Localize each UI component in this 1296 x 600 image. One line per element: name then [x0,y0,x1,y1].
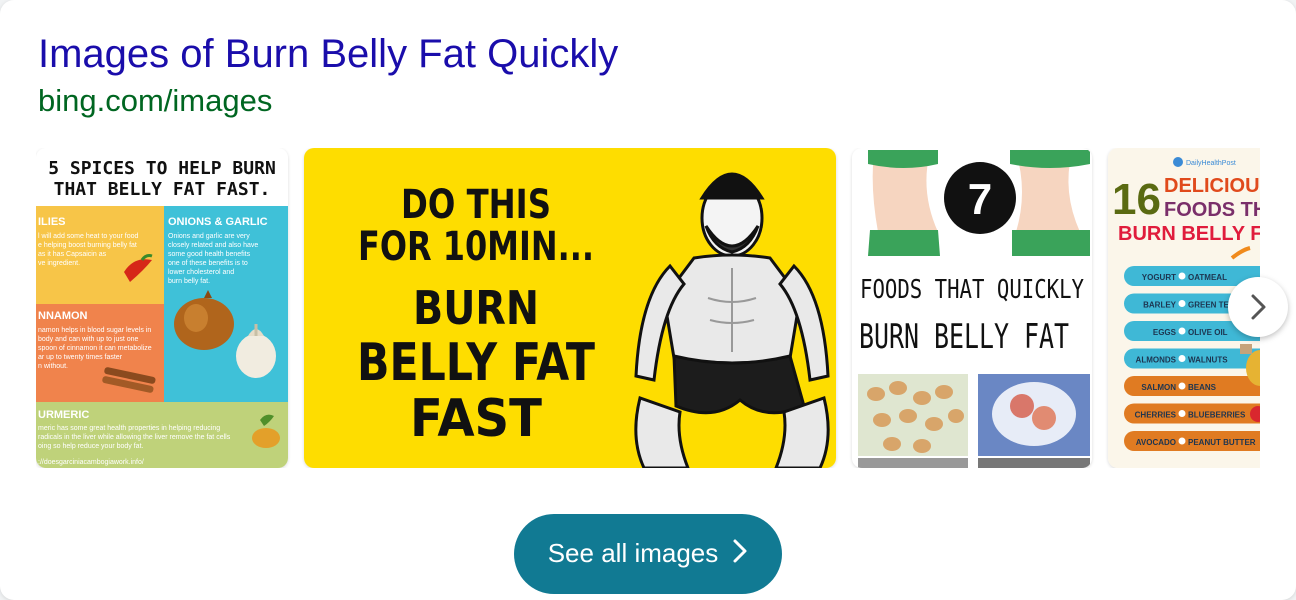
spices-headline-2: THAT BELLY FAT FAST. [54,179,271,200]
foods-number: 7 [968,175,992,224]
image-thumbnail-spices[interactable]: 5 SPICES TO HELP BURN THAT BELLY FAT FAS… [36,148,288,468]
section-cinnamon-line5: n without. [38,363,68,370]
section-cinnamon-line1: namon helps in blood sugar levels in [38,327,151,334]
sixteen-line-3: BURN BELLY FAT [1118,223,1260,245]
source-url: bing.com/images [38,83,273,118]
images-title-link[interactable]: Images of Burn Belly Fat Quickly [38,30,618,78]
image-carousel: 5 SPICES TO HELP BURN THAT BELLY FAT FAS… [36,148,1260,468]
workout-line-4: BELLY FAT [357,333,595,393]
food-pill-left-label: YOGURT [1142,273,1176,282]
carousel-next-button[interactable] [1228,277,1288,337]
food-pill: CHERRIES BLUEBERRIES [1124,403,1260,424]
workout-image: DO THIS FOR 10MIN... BURN BELLY FAT FAST [304,148,836,468]
section-cinnamon-line2: body and can with up to just one [38,336,139,343]
sixteen-number: 16 [1112,175,1161,224]
image-answer-card: Images of Burn Belly Fat Quickly bing.co… [0,0,1296,600]
food-pill-left-label: AVOCADO [1136,438,1176,447]
brand-logo-icon [1173,157,1183,167]
spices-footer-url: ://doesgarciniacambogiawork.info/ [38,459,144,466]
food-pill-right-label: BLUEBERRIES [1188,411,1246,420]
food-pill-left-label: CHERRIES [1135,411,1177,420]
food-pill-right-label: WALNUTS [1188,356,1228,365]
food-pill-right-label: OLIVE OIL [1188,328,1228,337]
workout-line-5: FAST [410,389,542,449]
section-chili-line4: ve ingredient. [38,260,80,267]
spices-headline-1: 5 SPICES TO HELP BURN [48,158,276,179]
section-cinnamon-title: NNAMON [38,310,88,322]
section-onion-line6: burn belly fat. [168,278,210,285]
food-pill-left-label: ALMONDS [1136,356,1177,365]
chevron-right-icon [732,538,748,571]
foods-line-1: FOODS THAT QUICKLY [860,275,1084,305]
sixteen-line-2: FOODS THAT [1164,199,1260,221]
food-pill-right-label: BEANS [1188,383,1217,392]
seven-foods-image: 7 FOODS THAT QUICKLY BURN BELLY FAT [852,148,1092,468]
garlic-icon [236,334,276,378]
section-onion-line1: Onions and garlic are very [168,233,250,240]
section-chili-title: ILIES [38,216,66,228]
food-pill: SALMON BEANS [1124,376,1260,396]
food-pill-left-label: EGGS [1153,328,1177,337]
food-pill-left-label: BARLEY [1143,301,1177,310]
sixteen-line-1: DELICIOUS [1164,175,1260,197]
section-turmeric-line3: oing so help reduce your body fat. [38,443,144,450]
section-onion-line2: closely related and also have [168,242,258,249]
section-turmeric-line1: meric has some great health properties i… [38,425,220,432]
see-all-images-button[interactable]: See all images [514,514,782,594]
food-pill-right-label: OATMEAL [1188,273,1227,282]
foods-line-2: BURN BELLY FAT [859,317,1069,357]
food-pill: AVOCADO PEANUT BUTTER [1124,431,1260,451]
food-pill: ALMONDS WALNUTS [1124,348,1260,369]
chevron-right-icon [1251,294,1266,320]
spices-infographic: 5 SPICES TO HELP BURN THAT BELLY FAT FAS… [36,148,288,468]
workout-line-1: DO THIS [401,182,551,228]
section-chili-line2: e helping boost burning belly fat [38,242,137,249]
section-onion-line5: lower cholesterol and [168,269,234,276]
brand-name: DailyHealthPost [1186,160,1236,167]
food-pill-left-label: SALMON [1141,383,1176,392]
food-pill-right-label: GREEN TE [1188,301,1230,310]
section-onion-title: ONIONS & GARLIC [168,216,268,228]
section-chili-line3: as it has Capsaicin as [38,251,107,258]
section-onion-line3: some good health benefits [168,251,251,258]
workout-line-2: FOR 10MIN... [358,224,594,270]
section-chili-line1: l will add some heat to your food [38,233,138,240]
food-pill-right-label: PEANUT BUTTER [1188,438,1256,447]
section-cinnamon-line4: ar up to twenty times faster [38,354,123,361]
section-turmeric-line2: radicals in the liver while allowing the… [38,434,231,441]
workout-line-3: BURN [413,281,539,335]
section-turmeric-title: URMERIC [38,409,89,421]
image-thumbnail-7-foods[interactable]: 7 FOODS THAT QUICKLY BURN BELLY FAT [852,148,1092,468]
section-cinnamon-line3: spoon of cinnamon it can metabolize [38,345,152,352]
image-thumbnail-workout[interactable]: DO THIS FOR 10MIN... BURN BELLY FAT FAST [304,148,836,468]
section-onion-line4: one of these benefits is to [168,260,248,267]
